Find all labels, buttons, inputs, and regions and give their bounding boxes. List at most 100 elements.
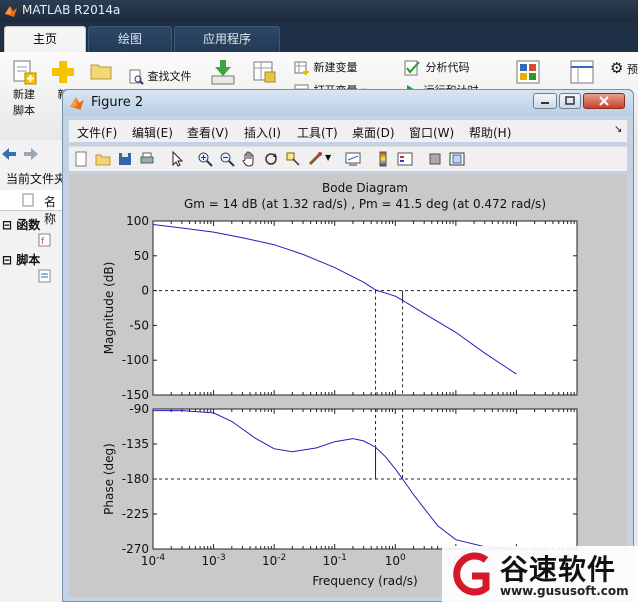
print-icon[interactable] [139,151,155,167]
figure-menu-bar: 文件(F) 编辑(E) 查看(V) 插入(I) 工具(T) 桌面(D) 窗口(W… [69,120,627,142]
x-tick-label: 10-3 [201,553,225,568]
magnitude-y-tick-label: 100 [126,214,149,228]
menu-insert[interactable]: 插入(I) [244,124,281,141]
find-files-label: 查找文件 [147,70,192,83]
maximize-icon [565,96,575,105]
zoom-out-icon[interactable] [219,151,235,167]
open-file-icon[interactable] [95,151,111,167]
magnitude-y-tick-label: 0 [141,284,149,298]
preferences-label: 预 [626,63,638,76]
magnitude-y-tick-label: -100 [122,353,149,367]
dock-arrow-icon[interactable]: ↘ [614,124,622,135]
brush-dropdown-icon[interactable]: ▼ [325,153,331,162]
new-script-label-1: 新建 [13,88,35,101]
figure-toolbar: ▼ [69,146,627,171]
rotate-3d-icon[interactable] [263,151,279,167]
find-files-icon [129,69,144,85]
find-files-button[interactable]: 查找文件 [128,68,192,85]
watermark-brand: 谷速软件 [500,553,617,586]
open-folder-button[interactable] [90,62,112,80]
magnitude-y-tick-label: 50 [134,249,149,263]
group-scripts[interactable]: ⊟ 脚本 [2,251,40,268]
function-file-icon[interactable]: f [38,233,52,250]
phase-y-tick-label: -180 [122,472,149,486]
main-tab-strip: 主页 绘图 应用程序 [0,22,638,53]
simulink-button[interactable] [516,60,540,84]
menu-edit[interactable]: 编辑(E) [132,124,173,141]
chart-subtitle: Gm = 14 dB (at 1.32 rad/s) , Pm = 41.5 d… [184,197,546,211]
magnitude-y-tick-label: -150 [122,388,149,402]
minimize-button[interactable] [533,93,557,109]
workspace-icon [253,61,276,83]
zoom-in-icon[interactable] [197,151,213,167]
show-plot-tools-icon[interactable] [449,151,465,167]
analyze-code-button[interactable]: 分析代码 [404,59,470,76]
x-tick-label: 100 [385,553,406,568]
save-workspace-button[interactable] [252,60,276,84]
watermark-logo-icon [453,552,490,596]
figure-title-bar[interactable]: Figure 2 [63,90,633,116]
menu-window[interactable]: 窗口(W) [409,124,454,141]
save-icon[interactable] [117,151,133,167]
menu-tools[interactable]: 工具(T) [297,124,338,141]
x-tick-label: 10-2 [262,553,286,568]
tab-home[interactable]: 主页 [4,26,86,53]
menu-file[interactable]: 文件(F) [77,124,117,141]
watermark-url: www.gususoft.com [500,584,629,598]
menu-desktop[interactable]: 桌面(D) [352,124,395,141]
brush-icon[interactable] [307,151,323,167]
hide-plot-tools-icon[interactable] [427,151,443,167]
layout-button[interactable] [570,60,594,84]
script-file-icon[interactable] [38,269,52,286]
close-icon [599,96,609,106]
pan-hand-icon[interactable] [241,151,257,167]
matlab-title-bar: MATLAB R2014a [0,0,638,22]
back-arrow-icon[interactable] [2,148,16,163]
menu-view[interactable]: 查看(V) [187,124,229,141]
pointer-icon[interactable] [169,151,185,167]
bode-plot[interactable]: Bode Diagram Gm = 14 dB (at 1.32 rad/s) ,… [69,174,627,597]
new-figure-icon[interactable] [73,151,89,167]
phase-y-tick-label: -90 [129,402,149,416]
phase-y-tick-label: -135 [122,437,149,451]
minimize-icon [541,102,549,104]
analyze-code-icon [404,60,420,76]
x-tick-label: 10-4 [141,553,166,568]
layout-icon [570,60,594,84]
forward-arrow-icon[interactable] [24,148,38,163]
tab-plots[interactable]: 绘图 [88,26,172,53]
close-button[interactable] [583,93,625,109]
new-script-button[interactable]: 新建 脚本 [8,58,40,118]
preferences-button[interactable]: ⚙ 预 [610,59,638,77]
gear-icon: ⚙ [610,59,624,77]
tab-apps[interactable]: 应用程序 [174,26,280,53]
menu-help[interactable]: 帮助(H) [469,124,511,141]
analyze-code-label: 分析代码 [425,61,470,74]
data-cursor-icon[interactable] [285,151,301,167]
file-header-icon [22,193,34,207]
x-axis-label: Frequency (rad/s) [312,574,417,588]
figure-canvas: Bode Diagram Gm = 14 dB (at 1.32 rad/s) ,… [69,174,627,597]
colorbar-icon[interactable] [375,151,391,167]
watermark: 谷速软件 www.gususoft.com [442,546,638,602]
maximize-button[interactable] [559,93,581,109]
link-plot-icon[interactable] [345,151,361,167]
figure-title: Figure 2 [91,95,144,110]
folder-icon [90,64,112,80]
chart-title: Bode Diagram [322,181,408,195]
new-variable-button[interactable]: 新建变量 [294,59,358,76]
figure-window: Figure 2 文件(F) 编辑(E) 查看(V) 插入(I) 工具(T) 桌… [62,89,634,602]
phase-y-axis-label: Phase (deg) [102,443,116,515]
magnitude-y-axis-label: Magnitude (dB) [102,262,116,355]
import-data-icon [211,60,235,85]
legend-icon[interactable] [397,151,413,167]
import-data-button[interactable] [210,58,236,86]
magnitude-y-tick-label: -50 [129,318,149,332]
current-folder-label: 当前文件夹 [6,172,67,186]
new-script-label-2: 脚本 [13,104,35,117]
phase-y-tick-label: -225 [122,507,149,521]
new-script-icon [13,60,37,85]
matlab-logo-icon [5,6,17,17]
magnitude-axes [152,220,578,396]
group-functions[interactable]: ⊟ 函数 [2,216,40,233]
